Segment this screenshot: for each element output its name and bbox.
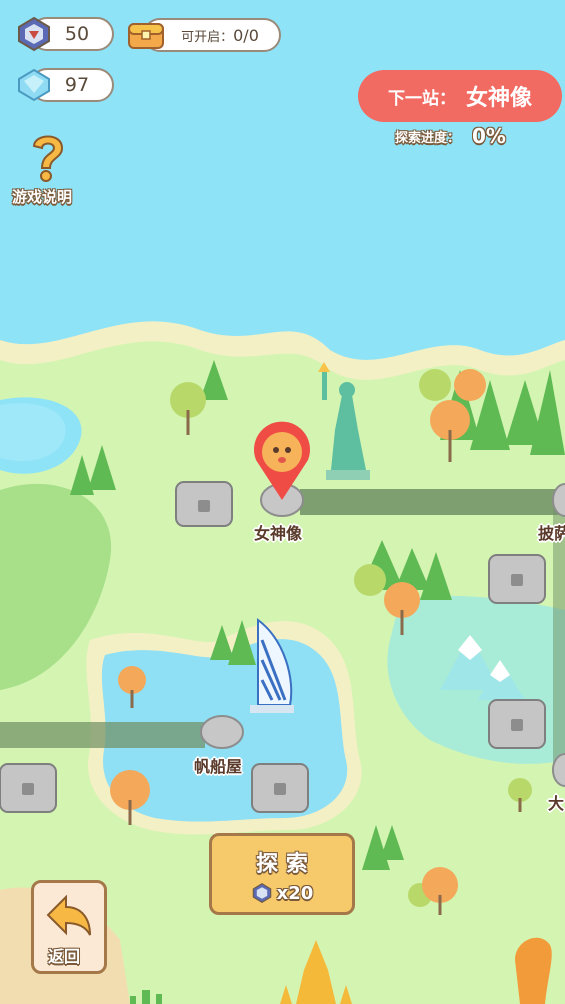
progress-row: 探索进度： 0% — [395, 124, 506, 148]
gem-count: 97 — [64, 74, 90, 96]
back-label: 返回 — [48, 947, 81, 966]
help-button[interactable]: 游戏说明 — [10, 128, 86, 208]
chest-locked[interactable] — [176, 476, 234, 528]
progress-label: 探索进度： — [395, 130, 461, 146]
ticket-icon — [18, 16, 50, 52]
ticket-count: 50 — [64, 23, 90, 45]
next-stop-prefix: 下一站： — [387, 88, 456, 109]
gem-icon — [18, 68, 50, 102]
node-label-right-bottom[interactable]: 大 — [548, 790, 564, 814]
explore-cost: x20 — [212, 882, 352, 904]
back-button[interactable]: 返回 — [31, 880, 107, 974]
progress-value: 0% — [472, 124, 506, 148]
explore-label: 探 索 — [256, 852, 308, 877]
ticket-icon — [252, 883, 271, 903]
chest-locked[interactable] — [0, 760, 58, 815]
treasure-chest-icon — [128, 23, 164, 49]
back-arrow-icon — [46, 894, 91, 936]
explore-button[interactable]: 探 索 x20 — [209, 833, 355, 915]
chest-locked[interactable] — [252, 760, 310, 815]
explore-cost-value: x20 — [276, 882, 314, 904]
chest-counter-label: 可开启： — [181, 29, 234, 45]
chest-counter-value: 0/0 — [233, 25, 259, 45]
node-label-right-top[interactable]: 披萨 — [538, 520, 565, 544]
chest-locked[interactable] — [489, 550, 547, 605]
next-stop-name: 女神像 — [465, 86, 532, 111]
node-label-sail[interactable]: 帆船屋 — [194, 753, 242, 777]
chest-locked[interactable] — [489, 696, 547, 751]
question-mark-icon — [32, 135, 64, 182]
next-stop-banner: 下一站： 女神像 — [358, 70, 562, 122]
node-label-statue[interactable]: 女神像 — [254, 520, 302, 544]
help-label: 游戏说明 — [12, 188, 73, 206]
